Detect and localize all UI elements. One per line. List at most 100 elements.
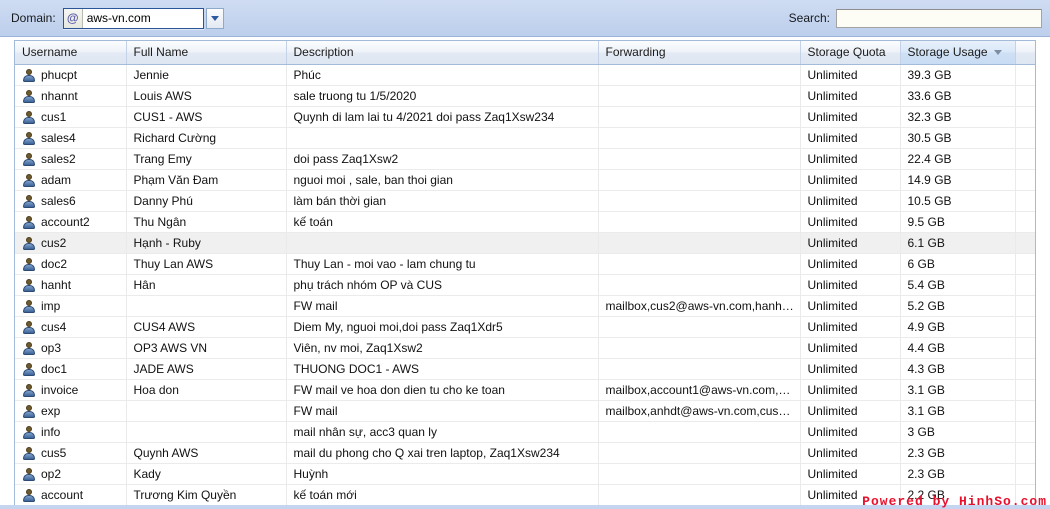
table-row[interactable]: op3 OP3 AWS VN Viên, nv moi, Zaq1Xsw2 Unlim… (15, 337, 1035, 359)
column-header-description[interactable]: Description (286, 41, 599, 65)
cell-forwarding (598, 316, 801, 338)
cell-username: cus5 (15, 442, 127, 464)
triangle-down-icon (993, 49, 1002, 55)
table-row[interactable]: info mail nhân sự, acc3 quan ly Unlimited 3… (15, 421, 1035, 443)
cell-storage-usage: 4.9 GB (900, 316, 1016, 338)
cell-fullname (126, 400, 287, 422)
table-row[interactable]: adam Phạm Văn Đam nguoi moi , sale, ban th… (15, 169, 1035, 191)
cell-spacer (1015, 127, 1035, 149)
column-header-forwarding[interactable]: Forwarding (598, 41, 801, 65)
mailbox-table: Username Full Name Description Forwardin… (15, 41, 1035, 506)
storage-quota-text: Unlimited (807, 214, 858, 229)
cell-spacer (1015, 106, 1035, 128)
cell-storage-usage: 30.5 GB (900, 127, 1016, 149)
table-row[interactable]: phucpt Jennie Phúc Unlimited 39.3 GB (15, 64, 1035, 86)
cell-fullname: CUS1 - AWS (126, 106, 287, 128)
cell-forwarding (598, 253, 801, 275)
user-icon (22, 89, 36, 103)
user-icon (22, 131, 36, 145)
column-header-username[interactable]: Username (15, 41, 127, 65)
table-row[interactable]: hanht Hân phụ trách nhóm OP và CUS Unlimite… (15, 274, 1035, 296)
cell-description: Huỳnh (286, 463, 599, 485)
user-icon (22, 446, 36, 460)
cell-username: imp (15, 295, 127, 317)
table-header: Username Full Name Description Forwardin… (15, 41, 1035, 65)
cell-storage-quota: Unlimited (800, 358, 901, 380)
storage-usage-text: 3.1 GB (907, 403, 945, 418)
storage-quota-text: Unlimited (807, 67, 858, 82)
cell-forwarding (598, 421, 801, 443)
storage-usage-text: 30.5 GB (907, 130, 952, 145)
storage-usage-text: 39.3 GB (907, 67, 952, 82)
table-row[interactable]: sales6 Danny Phú làm bán thời gian Unlimite… (15, 190, 1035, 212)
column-header-fullname[interactable]: Full Name (126, 41, 287, 65)
table-row[interactable]: doc1 JADE AWS THUONG DOC1 - AWS Unlimited 4.… (15, 358, 1035, 380)
cell-forwarding (598, 442, 801, 464)
table-row[interactable]: cus2 Hạnh - Ruby Unlimited 6.1 GB (15, 232, 1035, 254)
column-header-storage-usage[interactable]: Storage Usage (900, 41, 1016, 65)
cell-username: cus1 (15, 106, 127, 128)
column-header-forwarding-label: Forwarding (605, 45, 666, 60)
cell-description: kế toán (286, 211, 599, 233)
cell-storage-quota: Unlimited (800, 400, 901, 422)
username-text: cus5 (41, 445, 67, 460)
cell-forwarding (598, 106, 801, 128)
storage-quota-text: Unlimited (807, 403, 858, 418)
cell-username: hanht (15, 274, 127, 296)
storage-quota-text: Unlimited (807, 130, 858, 145)
cell-storage-usage: 3.1 GB (900, 379, 1016, 401)
table-row[interactable]: invoice Hoa don FW mail ve hoa don dien tu… (15, 379, 1035, 401)
username-text: sales4 (41, 130, 76, 145)
username-text: sales6 (41, 193, 76, 208)
cell-fullname: JADE AWS (126, 358, 287, 380)
cell-forwarding (598, 337, 801, 359)
domain-selector-group: Domain: @ (0, 7, 224, 29)
username-text: hanht (41, 277, 72, 292)
username-text: exp (41, 403, 61, 418)
username-text: account2 (41, 214, 90, 229)
table-row[interactable]: op2 Kady Huỳnh Unlimited 2.3 GB (15, 463, 1035, 485)
description-text: Phúc (293, 67, 321, 82)
user-icon (22, 110, 36, 124)
storage-usage-text: 32.3 GB (907, 109, 952, 124)
table-row[interactable]: cus4 CUS4 AWS Diem My, nguoi moi,doi pass … (15, 316, 1035, 338)
cell-fullname: Jennie (126, 64, 287, 86)
user-icon (22, 383, 36, 397)
column-header-storage-quota[interactable]: Storage Quota (800, 41, 901, 65)
table-row[interactable]: cus1 CUS1 - AWS Quynh di lam lai tu 4/2021… (15, 106, 1035, 128)
table-row[interactable]: sales4 Richard Cường Unlimited 30.5 GB (15, 127, 1035, 149)
table-row[interactable]: cus5 Quynh AWS mail du phong cho Q xai tre… (15, 442, 1035, 464)
storage-quota-text: Unlimited (807, 88, 858, 103)
cell-forwarding (598, 190, 801, 212)
table-row[interactable]: imp FW mail mailbox,cus2@aws-vn.com,hanht@… (15, 295, 1035, 317)
storage-usage-text: 33.6 GB (907, 88, 952, 103)
domain-input[interactable] (82, 8, 203, 28)
cell-forwarding (598, 85, 801, 107)
cell-storage-usage: 32.3 GB (900, 106, 1016, 128)
user-icon (22, 257, 36, 271)
cell-fullname: Kady (126, 463, 287, 485)
cell-storage-usage: 3 GB (900, 421, 1016, 443)
storage-usage-text: 3 GB (907, 424, 935, 439)
storage-usage-text: 10.5 GB (907, 193, 952, 208)
storage-quota-text: Unlimited (807, 277, 858, 292)
table-row[interactable]: account2 Thu Ngân kế toán Unlimited 9.5 GB (15, 211, 1035, 233)
cell-spacer (1015, 85, 1035, 107)
table-row[interactable]: nhannt Louis AWS sale truong tu 1/5/2020 Un… (15, 85, 1035, 107)
table-row[interactable]: exp FW mail mailbox,anhdt@aws-vn.com,cus1@… (15, 400, 1035, 422)
cell-storage-usage: 33.6 GB (900, 85, 1016, 107)
user-icon (22, 425, 36, 439)
storage-quota-text: Unlimited (807, 109, 858, 124)
cell-storage-quota: Unlimited (800, 127, 901, 149)
cell-forwarding (598, 127, 801, 149)
cell-username: cus4 (15, 316, 127, 338)
search-input[interactable] (836, 8, 1042, 28)
domain-combobox[interactable]: @ (62, 7, 204, 29)
username-text: info (41, 424, 61, 439)
domain-dropdown-button[interactable] (205, 7, 224, 29)
cell-forwarding (598, 274, 801, 296)
cell-storage-usage: 14.9 GB (900, 169, 1016, 191)
table-row[interactable]: sales2 Trang Emy doi pass Zaq1Xsw2 Unlimite… (15, 148, 1035, 170)
table-row[interactable]: doc2 Thuy Lan AWS Thuy Lan - moi vao - lam… (15, 253, 1035, 275)
storage-quota-text: Unlimited (807, 424, 858, 439)
